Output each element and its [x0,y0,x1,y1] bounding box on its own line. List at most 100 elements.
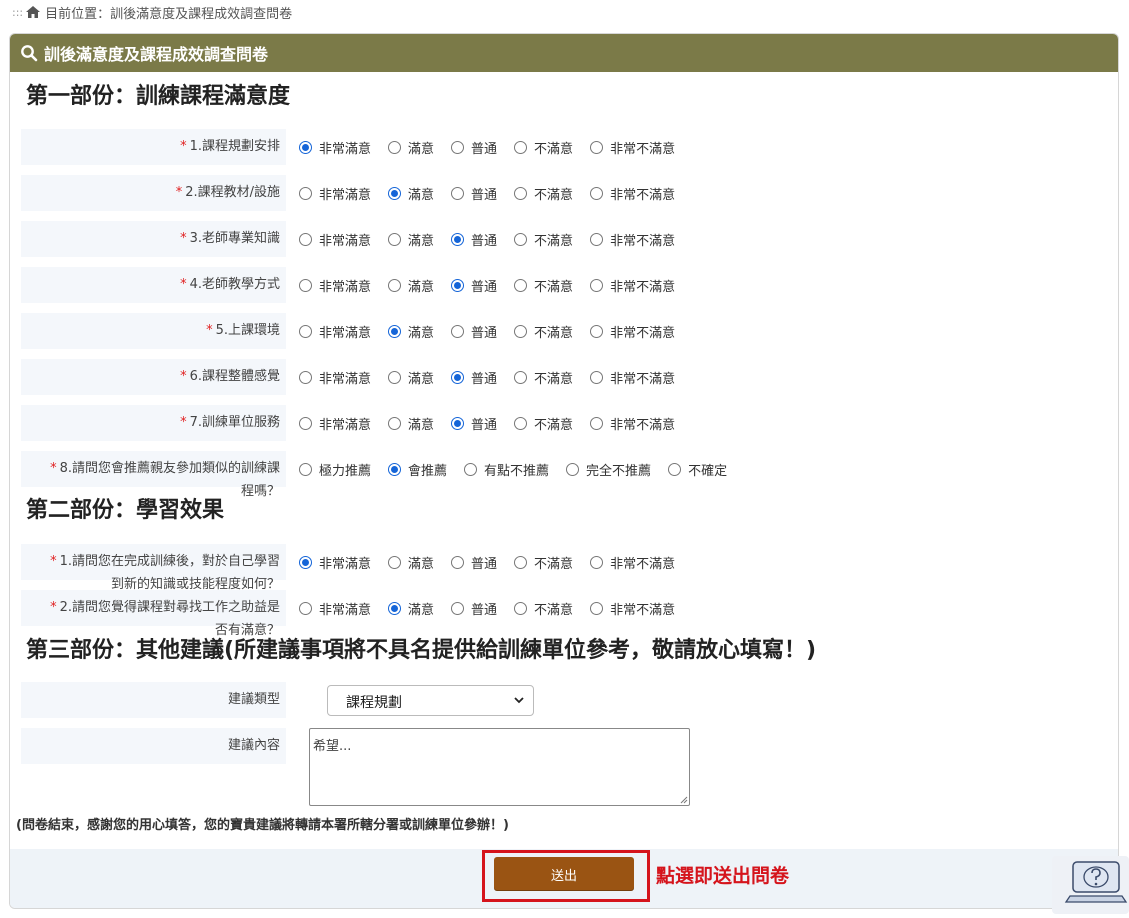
radio-button[interactable] [451,555,465,569]
radio-button[interactable] [514,140,528,154]
radio-button[interactable] [451,324,465,338]
radio-button[interactable] [514,370,528,384]
help-widget[interactable] [1052,856,1129,914]
radio-option[interactable]: 非常滿意 [299,553,371,572]
radio-option[interactable]: 不滿意 [514,230,573,249]
radio-button[interactable] [299,232,312,246]
radio-option[interactable]: 不滿意 [514,276,573,295]
radio-option[interactable]: 非常滿意 [299,322,371,341]
radio-option[interactable]: 非常不滿意 [590,138,675,157]
radio-option[interactable]: 滿意 [388,553,434,572]
radio-option[interactable]: 不滿意 [514,368,573,387]
radio-button-selected[interactable] [451,278,465,292]
radio-option[interactable]: 滿意 [388,276,434,295]
radio-button-selected[interactable] [451,232,465,246]
radio-option[interactable]: 普通 [451,553,497,572]
radio-button-selected[interactable] [388,186,402,200]
radio-option[interactable]: 非常不滿意 [590,184,675,203]
radio-option[interactable]: 普通 [451,138,497,157]
radio-option[interactable]: 滿意 [388,599,434,618]
radio-button[interactable] [299,416,312,430]
radio-button[interactable] [590,232,604,246]
radio-option[interactable]: 滿意 [388,414,434,433]
radio-button[interactable] [299,462,312,476]
radio-button[interactable] [464,462,478,476]
radio-option[interactable]: 不滿意 [514,599,573,618]
radio-option[interactable]: 不滿意 [514,553,573,572]
radio-option[interactable]: 非常不滿意 [590,599,675,618]
radio-option[interactable]: 普通 [451,276,497,295]
radio-button[interactable] [590,140,604,154]
radio-option[interactable]: 不滿意 [514,414,573,433]
radio-option[interactable]: 普通 [451,368,497,387]
radio-button[interactable] [590,416,604,430]
radio-option[interactable]: 非常滿意 [299,368,371,387]
home-icon[interactable] [25,5,41,19]
radio-button[interactable] [514,232,528,246]
radio-button[interactable] [590,324,604,338]
radio-option[interactable]: 滿意 [388,138,434,157]
radio-option[interactable]: 普通 [451,322,497,341]
radio-option[interactable]: 不滿意 [514,138,573,157]
radio-option[interactable]: 非常滿意 [299,138,371,157]
radio-button[interactable] [299,324,312,338]
radio-option[interactable]: 非常滿意 [299,230,371,249]
radio-button[interactable] [590,186,604,200]
submit-button[interactable]: 送出 [494,857,634,891]
radio-button[interactable] [514,278,528,292]
radio-button[interactable] [514,601,528,615]
radio-option[interactable]: 滿意 [388,230,434,249]
radio-option[interactable]: 滿意 [388,368,434,387]
radio-option[interactable]: 普通 [451,184,497,203]
radio-button[interactable] [299,186,312,200]
radio-button[interactable] [590,370,604,384]
radio-button-selected[interactable] [299,140,312,154]
suggestion-content-textarea[interactable]: 希望... [309,728,690,806]
radio-button[interactable] [514,324,528,338]
radio-button-selected[interactable] [388,601,402,615]
radio-button[interactable] [299,370,312,384]
resize-grip-icon[interactable] [679,795,688,804]
radio-button[interactable] [451,601,465,615]
radio-button[interactable] [590,555,604,569]
radio-button-selected[interactable] [388,462,402,476]
radio-button[interactable] [451,186,465,200]
radio-option[interactable]: 非常不滿意 [590,368,675,387]
radio-button-selected[interactable] [388,324,402,338]
radio-option[interactable]: 極力推薦 [299,460,371,479]
radio-button[interactable] [668,462,682,476]
radio-option[interactable]: 非常不滿意 [590,230,675,249]
radio-option[interactable]: 滿意 [388,184,434,203]
radio-option[interactable]: 普通 [451,599,497,618]
radio-option[interactable]: 普通 [451,414,497,433]
radio-button-selected[interactable] [451,416,465,430]
radio-option[interactable]: 非常不滿意 [590,322,675,341]
radio-option[interactable]: 非常不滿意 [590,414,675,433]
radio-button-selected[interactable] [451,370,465,384]
radio-button[interactable] [299,278,312,292]
radio-option[interactable]: 非常滿意 [299,184,371,203]
radio-option[interactable]: 會推薦 [388,460,447,479]
radio-option[interactable]: 不滿意 [514,184,573,203]
radio-option[interactable]: 非常滿意 [299,414,371,433]
radio-button[interactable] [388,232,402,246]
radio-option[interactable]: 非常滿意 [299,276,371,295]
radio-button[interactable] [451,140,465,154]
radio-button[interactable] [299,601,312,615]
radio-button[interactable] [388,555,402,569]
radio-button[interactable] [590,601,604,615]
radio-button[interactable] [566,462,580,476]
radio-option[interactable]: 有點不推薦 [464,460,549,479]
radio-option[interactable]: 不確定 [668,460,727,479]
radio-button[interactable] [590,278,604,292]
radio-option[interactable]: 普通 [451,230,497,249]
radio-button[interactable] [514,186,528,200]
radio-option[interactable]: 不滿意 [514,322,573,341]
radio-option[interactable]: 非常滿意 [299,599,371,618]
radio-button[interactable] [388,278,402,292]
radio-option[interactable]: 非常不滿意 [590,276,675,295]
radio-button[interactable] [388,140,402,154]
radio-option[interactable]: 非常不滿意 [590,553,675,572]
suggestion-type-select[interactable]: 課程規劃 [327,685,534,716]
radio-button[interactable] [388,416,402,430]
